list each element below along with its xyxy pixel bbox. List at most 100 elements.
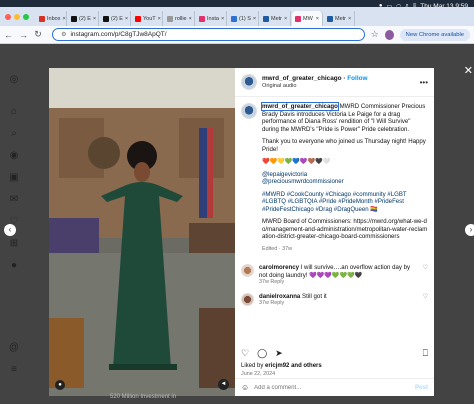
follow-button[interactable]: Follow bbox=[347, 75, 367, 82]
next-post-icon[interactable]: › bbox=[465, 224, 474, 236]
tab-close-icon[interactable]: × bbox=[125, 16, 128, 22]
commenter-avatar[interactable] bbox=[241, 292, 254, 306]
comment-item: danielroxanna Still got it 37w Reply ♡ bbox=[241, 292, 428, 308]
browser-tab[interactable]: (2) E × bbox=[100, 11, 131, 26]
close-icon[interactable]: ✕ bbox=[464, 64, 473, 77]
mention-lepaigevictoria[interactable]: @lepaigevictoria bbox=[262, 171, 307, 178]
post-caption: mwrd_of_greater_chicago MWRD Commissione… bbox=[241, 102, 428, 258]
post-comment-button[interactable]: Post bbox=[415, 385, 428, 391]
liked-by-user[interactable]: ericjm92 bbox=[265, 363, 289, 369]
browser-tab[interactable]: (2) E × bbox=[68, 11, 99, 26]
more-menu-icon[interactable]: ≡ bbox=[8, 364, 20, 376]
browser-tab[interactable]: (1) S × bbox=[228, 11, 259, 26]
maximize-window-button[interactable] bbox=[23, 14, 29, 20]
emoji-icon[interactable]: ☺ bbox=[241, 383, 249, 392]
tab-close-icon[interactable]: × bbox=[221, 16, 224, 22]
profile-icon[interactable]: ● bbox=[8, 260, 20, 272]
caption-emojis: ❤️🧡💛💚💙💜🤎🖤🤍 bbox=[262, 158, 331, 165]
threads-icon[interactable]: @ bbox=[8, 342, 20, 354]
tab-favicon-icon bbox=[199, 15, 205, 22]
comment-input[interactable] bbox=[254, 384, 410, 391]
tab-favicon-icon bbox=[327, 15, 333, 22]
tab-close-icon[interactable]: × bbox=[284, 16, 287, 22]
commenter-avatar[interactable] bbox=[241, 264, 254, 277]
browser-tab[interactable]: Metr × bbox=[324, 11, 355, 26]
browser-tab[interactable]: Metr × bbox=[260, 11, 291, 26]
search-icon[interactable]: ⌕ bbox=[8, 128, 20, 140]
author-username[interactable]: mwrd_of_greater_chicago bbox=[262, 75, 342, 82]
messages-icon[interactable]: ✉ bbox=[8, 194, 20, 206]
comment-username[interactable]: danielroxanna bbox=[259, 293, 300, 300]
comment-icon[interactable]: ◯ bbox=[257, 348, 267, 359]
browser-tab[interactable]: YouT × bbox=[132, 11, 163, 26]
post-panel: mwrd_of_greater_chicago · Follow Origina… bbox=[235, 68, 434, 396]
forward-icon[interactable]: → bbox=[19, 30, 28, 40]
browser-tab[interactable]: rollie × bbox=[164, 11, 195, 26]
add-comment-bar: ☺ Post bbox=[235, 378, 434, 396]
tab-close-icon[interactable]: × bbox=[93, 16, 96, 22]
share-icon[interactable]: ➤ bbox=[275, 348, 283, 359]
audio-icon[interactable]: ● bbox=[55, 380, 65, 390]
tab-label: YouT bbox=[143, 15, 156, 22]
reels-icon[interactable]: ▣ bbox=[8, 172, 20, 184]
author-avatar[interactable] bbox=[241, 74, 257, 90]
drag-performance-photo bbox=[49, 68, 235, 396]
comment-text: Still got it bbox=[302, 292, 327, 300]
tab-close-icon[interactable]: × bbox=[253, 16, 256, 22]
home-icon[interactable]: ⌂ bbox=[8, 106, 20, 118]
bookmark-star-icon[interactable]: ☆ bbox=[371, 29, 379, 40]
explore-icon[interactable]: ◉ bbox=[8, 150, 20, 162]
tab-close-icon[interactable]: × bbox=[348, 16, 351, 22]
tab-label: Inbox bbox=[47, 15, 61, 22]
tab-label: rollie bbox=[175, 15, 187, 22]
tab-strip: Inbox × (2) E × (2) E × YouT × rollie × Insta × (1) … bbox=[0, 7, 474, 26]
liked-by-others[interactable]: and others bbox=[291, 363, 322, 369]
previous-post-icon[interactable]: ‹ bbox=[4, 224, 16, 236]
original-audio-label[interactable]: Original audio bbox=[262, 83, 367, 89]
new-chrome-button[interactable]: New Chrome available bbox=[399, 28, 470, 41]
address-bar[interactable]: ⚙ instagram.com/p/C8gTJw8ApQT/ bbox=[52, 28, 365, 41]
browser-tab[interactable]: Inbox × bbox=[36, 11, 67, 26]
site-info-icon[interactable]: ⚙ bbox=[61, 31, 66, 38]
post-comments-area[interactable]: mwrd_of_greater_chicago MWRD Commissione… bbox=[235, 97, 434, 325]
tab-favicon-icon bbox=[71, 15, 77, 22]
mention-preciousmwrdcommissioner[interactable]: @preciousmwrdcommissioner bbox=[262, 178, 344, 185]
like-icon[interactable]: ♡ bbox=[241, 348, 249, 359]
close-window-button[interactable] bbox=[5, 14, 11, 20]
action-icons: ♡ ◯ ➤ ⎕ bbox=[241, 348, 428, 359]
tab-favicon-icon bbox=[231, 15, 237, 22]
tab-close-icon[interactable]: × bbox=[62, 16, 65, 22]
profile-avatar[interactable] bbox=[384, 29, 394, 40]
liked-by-label: Liked by bbox=[241, 363, 264, 369]
comment-meta[interactable]: 37w Reply bbox=[259, 279, 418, 287]
browser-toolbar: ← → ↻ ⚙ instagram.com/p/C8gTJw8ApQT/ ☆ N… bbox=[0, 26, 474, 44]
tab-favicon-icon bbox=[103, 15, 109, 22]
tab-close-icon[interactable]: × bbox=[316, 16, 319, 22]
mute-icon[interactable]: ◄ bbox=[218, 379, 229, 390]
browser-tab[interactable]: MW × bbox=[292, 11, 323, 26]
instagram-sidebar: ◎ ⌂ ⌕ ◉ ▣ ✉ ♡ ⊞ ● @ ≡ bbox=[0, 44, 30, 404]
caption-username[interactable]: mwrd_of_greater_chicago bbox=[261, 102, 339, 111]
tab-favicon-icon bbox=[135, 15, 141, 22]
tab-close-icon[interactable]: × bbox=[158, 16, 161, 22]
post-header: mwrd_of_greater_chicago · Follow Origina… bbox=[235, 68, 434, 97]
tab-label: (1) S bbox=[239, 15, 251, 22]
comment-like-icon[interactable]: ♡ bbox=[423, 264, 428, 287]
comment-meta[interactable]: 37w Reply bbox=[259, 300, 418, 308]
reload-icon[interactable]: ↻ bbox=[34, 29, 42, 40]
browser-tab[interactable]: Insta × bbox=[196, 11, 227, 26]
likes-summary[interactable]: Liked by ericjm92 and others bbox=[241, 363, 322, 369]
minimize-window-button[interactable] bbox=[14, 14, 20, 20]
caption-avatar[interactable] bbox=[241, 103, 257, 119]
comment-username[interactable]: carolmorency bbox=[259, 264, 299, 271]
caption-hashtags[interactable]: #MWRD #CookCounty #Chicago #community #L… bbox=[262, 191, 428, 214]
back-icon[interactable]: ← bbox=[4, 30, 13, 40]
post-media[interactable]: ● ◄ bbox=[49, 68, 235, 396]
create-icon[interactable]: ⊞ bbox=[8, 238, 20, 250]
tab-close-icon[interactable]: × bbox=[189, 16, 192, 22]
caption-thanks: Thank you to everyone who joined us Thur… bbox=[262, 138, 426, 153]
comment-like-icon[interactable]: ♡ bbox=[423, 293, 428, 308]
more-options-icon[interactable]: ••• bbox=[420, 78, 428, 87]
instagram-logo-icon[interactable]: ◎ bbox=[8, 74, 20, 86]
bookmark-icon[interactable]: ⎕ bbox=[423, 348, 428, 359]
